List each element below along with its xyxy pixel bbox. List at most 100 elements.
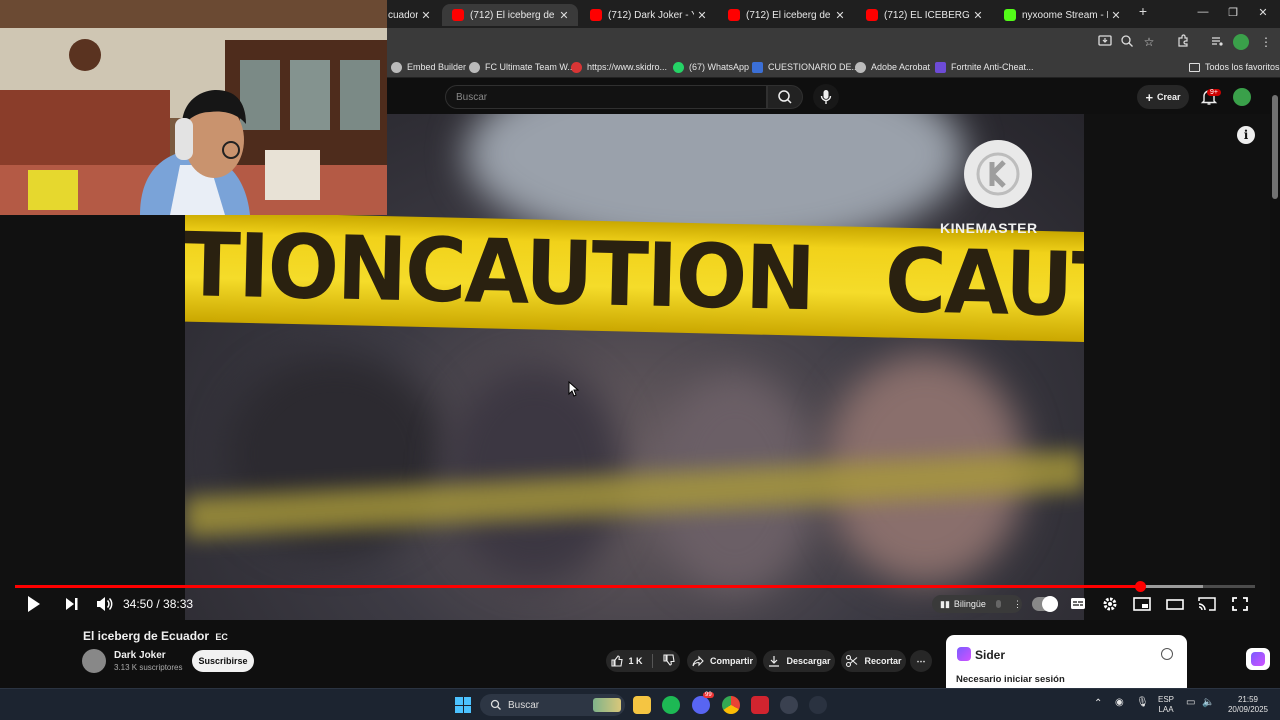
fullscreen-icon — [1232, 597, 1248, 611]
spotify-icon[interactable] — [662, 696, 680, 714]
bookmark-skidrow[interactable]: https://www.skidro... — [571, 60, 667, 74]
kebab-menu-icon[interactable]: ⋮ — [1258, 34, 1274, 50]
tab-0[interactable]: cuador ✕ — [388, 4, 440, 26]
tray-app-icon[interactable]: ◉ — [1115, 698, 1124, 708]
bookmark-fortnite[interactable]: Fortnite Anti-Cheat... — [935, 60, 1034, 74]
close-icon[interactable]: ✕ — [832, 9, 848, 22]
bookmark-embed-builder[interactable]: Embed Builder — [391, 60, 466, 74]
bookmark-cuestionario[interactable]: CUESTIONARIO DE... — [752, 60, 859, 74]
steelseries-icon[interactable] — [780, 696, 798, 714]
clip-button[interactable]: Recortar — [841, 650, 906, 672]
search-icon — [778, 90, 792, 104]
cast-button[interactable] — [1198, 594, 1216, 614]
microphone-icon[interactable]: 🎙 — [1136, 698, 1149, 708]
network-icon[interactable]: ▭ — [1186, 698, 1195, 708]
extensions-icon[interactable] — [1175, 34, 1191, 50]
language-indicator[interactable]: ESP LAA — [1158, 695, 1174, 715]
wps-office-icon[interactable] — [751, 696, 769, 714]
minimize-button[interactable]: — — [1188, 6, 1218, 18]
windows-start-icon[interactable] — [455, 697, 471, 713]
bookmark-adobe-acrobat[interactable]: Adobe Acrobat — [855, 60, 930, 74]
taskbar-search[interactable]: Buscar — [480, 694, 625, 716]
app-icon[interactable] — [809, 696, 827, 714]
theater-mode-button[interactable] — [1166, 594, 1184, 614]
search-input[interactable]: Buscar — [445, 85, 767, 109]
maximize-button[interactable]: ❐ — [1218, 6, 1248, 19]
skull-icon — [571, 61, 582, 73]
close-window-button[interactable]: ✕ — [1248, 6, 1278, 19]
video-title: El iceberg de Ecuador EC — [83, 629, 228, 643]
caution-word: CAUTION — [403, 218, 815, 331]
tab-1[interactable]: (712) El iceberg de Ecuad ✕ — [442, 4, 578, 26]
search-icon — [490, 699, 501, 710]
sider-launcher-button[interactable] — [1246, 648, 1270, 670]
new-tab-button[interactable]: + — [1128, 3, 1158, 19]
dislike-button[interactable] — [662, 653, 676, 669]
create-button[interactable]: + Crear — [1137, 85, 1189, 109]
video-title-text: El iceberg de Ecuador — [83, 629, 210, 643]
page-scrollbar[interactable] — [1270, 79, 1280, 688]
share-button[interactable]: Compartir — [687, 650, 757, 672]
close-icon[interactable]: ✕ — [970, 9, 986, 22]
skip-next-icon — [66, 598, 78, 610]
speaker-icon[interactable]: 🔈 — [1202, 698, 1214, 708]
download-button[interactable]: Descargar — [763, 650, 835, 672]
scissors-icon — [846, 654, 858, 668]
progress-played — [15, 585, 1140, 588]
whatsapp-icon — [673, 61, 684, 73]
chrome-icon[interactable] — [722, 696, 740, 714]
bookmark-whatsapp[interactable]: (67) WhatsApp — [673, 60, 749, 74]
channel-name[interactable]: Dark Joker — [114, 650, 166, 661]
voice-search-button[interactable] — [813, 84, 839, 110]
account-avatar[interactable] — [1233, 88, 1251, 106]
close-icon[interactable]: ✕ — [556, 9, 572, 22]
like-button[interactable]: 1 K — [610, 654, 643, 668]
zoom-icon[interactable] — [1119, 34, 1135, 50]
tab-5[interactable]: nyxoome Stream - Kick D ✕ — [994, 4, 1130, 26]
progress-bar[interactable] — [15, 581, 1255, 592]
play-button[interactable] — [26, 594, 42, 614]
fullscreen-button[interactable] — [1231, 594, 1249, 614]
bookmark-star-icon[interactable]: ☆ — [1141, 34, 1157, 50]
miniplayer-button[interactable] — [1133, 594, 1151, 614]
close-icon[interactable]: ✕ — [418, 9, 434, 22]
media-control-icon[interactable] — [1209, 34, 1225, 50]
bookmark-fc-ultimate[interactable]: FC Ultimate Team W... — [469, 60, 575, 74]
audio-track-pill[interactable]: ▮▮ Bilingüe ⋮ — [932, 595, 1022, 613]
tab-title: cuador — [388, 9, 418, 21]
info-icon[interactable]: i — [1237, 126, 1255, 144]
sider-settings-icon[interactable] — [1161, 648, 1173, 660]
tab-3[interactable]: (712) El iceberg de Ecuad ✕ — [718, 4, 854, 26]
volume-button[interactable] — [95, 594, 113, 614]
close-icon[interactable]: ✕ — [694, 9, 710, 22]
youtube-icon — [590, 9, 602, 21]
tab-2[interactable]: (712) Dark Joker - YouTub ✕ — [580, 4, 716, 26]
scrollbar-thumb[interactable] — [1272, 95, 1278, 199]
bookmark-label: Fortnite Anti-Cheat... — [951, 62, 1034, 72]
autoplay-toggle[interactable] — [1032, 596, 1058, 612]
all-bookmarks[interactable]: Todos los favoritos — [1189, 60, 1280, 74]
file-explorer-icon[interactable] — [633, 696, 651, 714]
audio-track-label: Bilingüe — [953, 599, 986, 609]
tab-title: (712) El iceberg de Ecuad — [746, 9, 832, 21]
kick-icon — [1004, 9, 1016, 21]
install-app-icon[interactable] — [1097, 34, 1113, 50]
globe-icon — [855, 61, 866, 73]
subscribe-button[interactable]: Suscribirse — [192, 650, 254, 672]
more-actions-button[interactable]: ⋯ — [910, 650, 932, 672]
create-label: Crear — [1157, 92, 1181, 102]
close-icon[interactable]: ✕ — [1108, 9, 1124, 22]
settings-button[interactable] — [1102, 594, 1118, 614]
channel-avatar[interactable] — [82, 649, 106, 673]
clock[interactable]: 21:59 20/09/2025 — [1224, 695, 1272, 715]
discord-icon[interactable] — [692, 696, 710, 714]
search-button[interactable] — [767, 85, 803, 109]
tray-chevron-icon[interactable]: ⌃ — [1094, 699, 1102, 709]
language-top: ESP — [1158, 695, 1175, 704]
next-button[interactable] — [64, 594, 80, 614]
scrubber-handle[interactable] — [1134, 581, 1146, 592]
subtitles-button[interactable] — [1070, 594, 1086, 614]
profile-avatar[interactable] — [1233, 34, 1249, 50]
time-display: 34:50 / 38:33 — [123, 597, 194, 611]
tab-4[interactable]: (712) EL ICEBERG DEL ESP ✕ — [856, 4, 992, 26]
